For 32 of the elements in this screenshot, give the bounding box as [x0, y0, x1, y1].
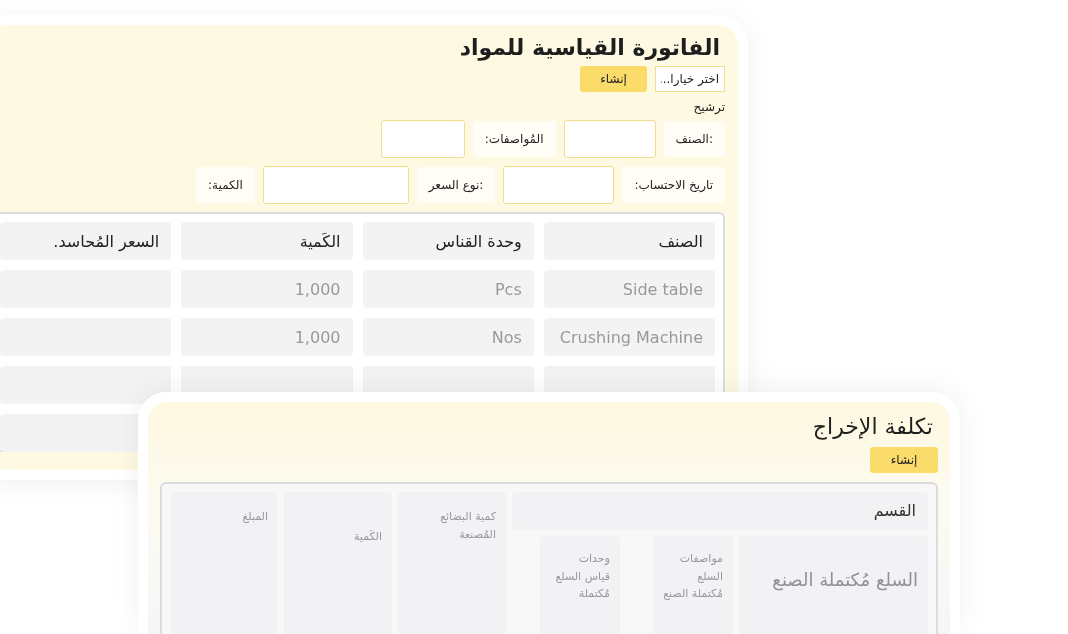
input-field[interactable] [262, 166, 409, 204]
page-title: تكلفة الإخراج [812, 414, 933, 439]
column-header: وحدات قياس السلع مُكتملة [540, 536, 620, 634]
column-header: كمية البضائع المُصنعة [398, 492, 506, 634]
column-header: الكَمية [284, 492, 392, 634]
input-field[interactable] [503, 166, 615, 204]
group-header: القسم [512, 492, 928, 530]
table-cell: Crushing Machine [543, 318, 715, 356]
page-title: الفاتورة القياسية للمواد [459, 35, 720, 60]
filter-label: تاريخ الاحتساب: [622, 167, 725, 203]
column-header: السلع مُكتملة الصنع [739, 536, 928, 634]
create-button[interactable]: إنشاء [580, 66, 647, 92]
table-cell: Side table [543, 270, 715, 308]
filter-label: المُواصفات: [472, 121, 556, 157]
create-button[interactable]: إنشاء [870, 447, 938, 473]
column-header: الكَمية [181, 222, 353, 260]
column-header: مواصفات السلع مُكتملة الصنع [653, 536, 733, 634]
filter-heading: ترشيح [693, 100, 725, 114]
filter-label: :الصنف [663, 121, 725, 157]
table-cell: Pcs [362, 270, 534, 308]
column-header: وحدة القناس [362, 222, 534, 260]
column-header: الصنف [543, 222, 715, 260]
input-field[interactable] [380, 120, 465, 158]
table-cell: 1,000 [181, 318, 353, 356]
select-field[interactable]: اختر خيارا... [655, 66, 725, 92]
table-cell: 1,000 [181, 270, 353, 308]
table-cell: Nos [362, 318, 534, 356]
input-field[interactable] [563, 120, 656, 158]
column-header: السعر المُحاسد. [0, 222, 172, 260]
filter-label: الكمية: [196, 167, 255, 203]
filter-label: :نوع السعر [416, 167, 496, 203]
column-header: المبلغ [170, 492, 278, 634]
